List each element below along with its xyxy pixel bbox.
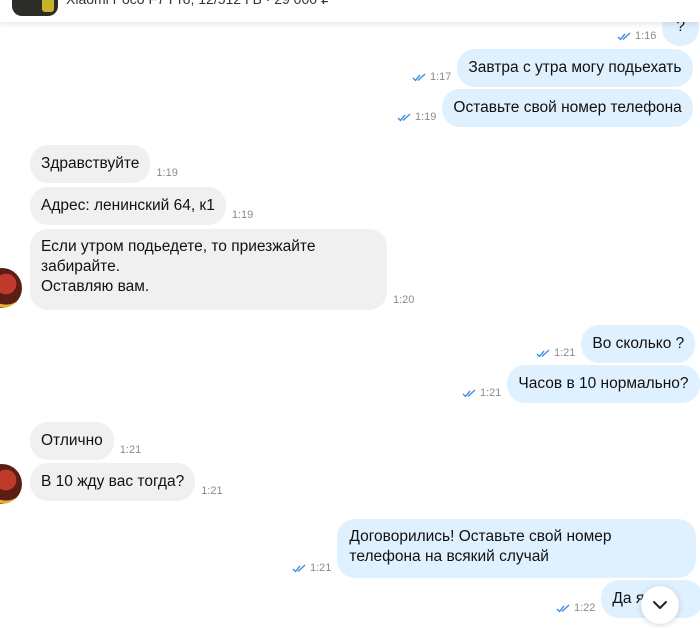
scroll-down-button[interactable] [641, 586, 679, 624]
seller-avatar[interactable] [0, 464, 22, 504]
chat-header: Xiaomi Poco F7 Pro, 12/512 ГБ · 29 000 ₽ [0, 0, 700, 22]
message-bubble[interactable]: Договорились! Оставьте свой номер телефо… [337, 519, 697, 578]
message-meta: 1:22 [556, 602, 595, 614]
message-meta: 1:19 [397, 111, 436, 123]
message-time: 1:22 [574, 602, 596, 614]
message-bubble[interactable]: Здравствуйте [30, 145, 151, 183]
message-meta: 1:16 [617, 30, 656, 42]
message-line: забирайте. [41, 258, 121, 275]
message-row-outgoing: 1:21 Договорились! Оставьте свой номер т… [286, 519, 697, 578]
message-row-outgoing: 1:21 Во сколько ? [530, 325, 696, 363]
message-bubble[interactable]: Часов в 10 нормально? [507, 365, 700, 403]
double-check-icon [556, 603, 570, 613]
message-bubble[interactable]: Завтра с утра могу подьехать [457, 49, 693, 87]
message-meta: 1:21 [536, 347, 575, 359]
double-check-icon [536, 348, 550, 358]
bottom-edge [0, 621, 700, 629]
message-row-outgoing: 1:19 Оставьте свой номер телефона [391, 89, 693, 127]
message-time: 1:21 [201, 485, 223, 497]
seller-avatar[interactable] [0, 268, 22, 308]
message-time: 1:17 [430, 71, 452, 83]
message-time: 1:21 [310, 562, 332, 574]
message-row-outgoing: 1:17 Завтра с утра могу подьехать [406, 49, 693, 87]
double-check-icon [412, 72, 426, 82]
message-time: 1:21 [119, 444, 142, 456]
message-time: 1:20 [393, 294, 415, 306]
message-line: Оставляю вам. [41, 278, 150, 295]
message-bubble[interactable]: Оставьте свой номер телефона [442, 89, 693, 127]
message-line: Если утром подьедете, то приезжайте [41, 238, 316, 255]
double-check-icon [462, 388, 476, 398]
message-meta: 1:17 [412, 71, 451, 83]
message-line: Договорились! Оставьте свой номер [349, 528, 612, 545]
message-bubble[interactable]: Адрес: ленинский 64, к1 [30, 187, 226, 225]
message-row-incoming: В 10 жду вас тогда? 1:21 [30, 463, 229, 501]
product-thumbnail[interactable] [12, 0, 58, 16]
message-meta: 1:21 [462, 387, 501, 399]
message-time: 1:16 [635, 30, 657, 42]
message-bubble[interactable]: В 10 жду вас тогда? [30, 463, 196, 501]
message-time: 1:21 [554, 347, 576, 359]
message-bubble[interactable]: Если утром подьедете, то приезжайте заби… [30, 229, 387, 310]
message-bubble[interactable]: Во сколько ? [581, 325, 696, 363]
message-row-incoming: Адрес: ленинский 64, к1 1:19 [30, 187, 259, 225]
message-time: 1:19 [415, 111, 437, 123]
double-check-icon [617, 31, 631, 41]
message-line: телефона на всякий случай [349, 548, 549, 565]
double-check-icon [397, 112, 411, 122]
message-row-outgoing: 1:21 Часов в 10 нормально? [456, 365, 700, 403]
message-row-incoming: Отлично 1:21 [30, 422, 147, 460]
message-bubble[interactable]: Отлично [30, 422, 114, 460]
message-time: 1:21 [480, 387, 502, 399]
double-check-icon [292, 563, 306, 573]
message-time: 1:19 [156, 167, 178, 179]
message-row-incoming: Здравствуйте 1:19 [30, 145, 184, 183]
product-title[interactable]: Xiaomi Poco F7 Pro, 12/512 ГБ · 29 000 ₽ [66, 0, 330, 8]
message-row-incoming: Если утром подьедете, то приезжайте заби… [30, 229, 420, 310]
chevron-down-icon [653, 601, 667, 609]
message-meta: 1:21 [292, 562, 331, 574]
message-time: 1:19 [231, 209, 254, 221]
message-list: 1:16 ? 1:17 Завтра с утра могу подьехать… [0, 0, 700, 629]
